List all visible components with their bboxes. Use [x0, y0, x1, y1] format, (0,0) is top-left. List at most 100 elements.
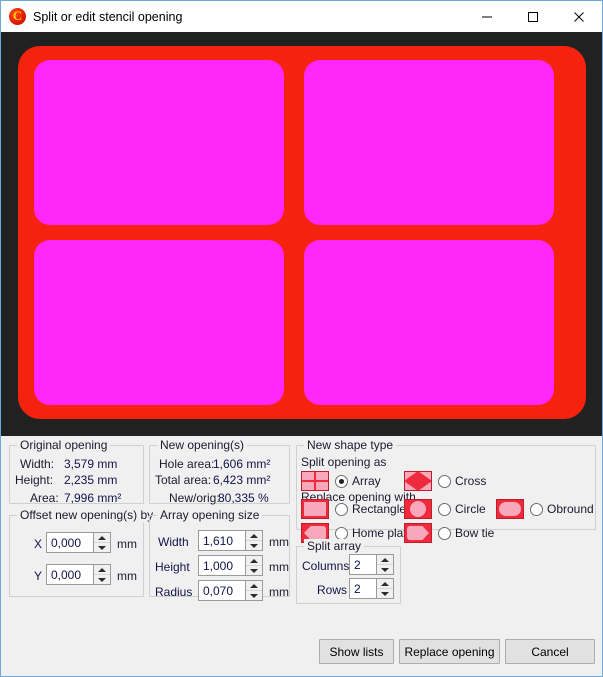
array-width-stepper[interactable]: 1,610 — [198, 530, 263, 551]
total-area-label: Total area: — [155, 473, 212, 487]
window-controls — [464, 1, 602, 32]
offset-y-spin-up[interactable] — [94, 565, 110, 575]
offset-x-spin-up[interactable] — [94, 533, 110, 543]
home-plate-radio[interactable] — [335, 526, 348, 540]
original-area-label: Area: — [30, 491, 59, 505]
array-radius-input[interactable]: 0,070 — [199, 581, 245, 600]
array-width-input[interactable]: 1,610 — [199, 531, 245, 550]
hole-area-label: Hole area: — [159, 457, 215, 471]
shape-option-array[interactable]: Array — [335, 474, 381, 488]
title-bar: Split or edit stencil opening — [1, 1, 602, 32]
columns-label: Columns — [302, 559, 350, 573]
offset-y-spin-down[interactable] — [94, 575, 110, 584]
array-height-spin-down[interactable] — [246, 566, 262, 575]
bow-tie-label: Bow tie — [455, 526, 495, 540]
original-width-value: 3,579 mm — [64, 457, 118, 471]
columns-spin-arrows[interactable] — [376, 555, 393, 574]
rows-spin-arrows[interactable] — [376, 579, 393, 598]
array-radius-spin-down[interactable] — [246, 591, 262, 600]
array-height-unit: mm — [269, 560, 289, 574]
rectangle-label: Rectangle — [352, 502, 407, 516]
array-grid-icon[interactable] — [301, 471, 329, 491]
rows-stepper[interactable]: 2 — [349, 578, 394, 599]
cancel-button[interactable]: Cancel — [505, 639, 595, 664]
original-opening-legend: Original opening — [17, 438, 111, 452]
rows-label: Rows — [317, 583, 348, 597]
split-array-legend: Split array — [304, 539, 365, 553]
maximize-icon[interactable] — [510, 1, 556, 32]
offset-x-input[interactable]: 0,000 — [47, 533, 93, 552]
array-height-label: Height — [155, 560, 190, 574]
cross-icon[interactable] — [404, 471, 432, 491]
rectangle-radio[interactable] — [335, 502, 348, 516]
shape-option-home-plate[interactable]: Home plate — [335, 526, 413, 540]
split-array-group: Split array Columns 2 Rows 2 — [296, 539, 401, 604]
offset-x-spin-down[interactable] — [94, 543, 110, 552]
obround-radio[interactable] — [530, 502, 543, 516]
columns-spin-down[interactable] — [377, 565, 393, 574]
original-opening-outline — [18, 46, 586, 419]
obround-icon[interactable] — [496, 499, 524, 519]
array-radius-spin-arrows[interactable] — [245, 581, 262, 600]
opening-rect-4 — [304, 240, 554, 405]
replace-opening-button[interactable]: Replace opening — [399, 639, 500, 664]
offset-group: Offset new opening(s) by X 0,000 mm Y 0,… — [9, 508, 157, 597]
obround-label: Obround — [547, 502, 594, 516]
bow-tie-icon[interactable] — [404, 523, 432, 543]
original-area-value: 7,996 mm² — [64, 491, 122, 505]
array-height-stepper[interactable]: 1,000 — [198, 555, 263, 576]
new-orig-ratio-label: New/orig: — [169, 491, 220, 505]
offset-y-input[interactable]: 0,000 — [47, 565, 93, 584]
array-radio[interactable] — [335, 474, 348, 488]
rows-spin-up[interactable] — [377, 579, 393, 589]
array-width-spin-up[interactable] — [246, 531, 262, 541]
new-openings-group: New opening(s) Hole area: 1,606 mm² Tota… — [149, 438, 290, 505]
array-size-group: Array opening size Width 1,610 mm Height… — [149, 508, 290, 601]
bow-tie-radio[interactable] — [438, 526, 451, 540]
shape-option-cross[interactable]: Cross — [438, 474, 486, 488]
array-height-input[interactable]: 1,000 — [199, 556, 245, 575]
shape-option-rectangle[interactable]: Rectangle — [335, 502, 406, 516]
offset-legend: Offset new opening(s) by — [17, 508, 157, 522]
original-height-label: Height: — [15, 473, 54, 487]
shape-option-obround[interactable]: Obround — [530, 502, 594, 516]
controls-pane: Original opening Width: 3,579 mm Height:… — [1, 436, 602, 676]
offset-x-label: X — [34, 537, 43, 551]
array-width-spin-down[interactable] — [246, 541, 262, 550]
columns-stepper[interactable]: 2 — [349, 554, 394, 575]
stencil-preview-canvas[interactable] — [1, 32, 602, 436]
show-lists-button[interactable]: Show lists — [319, 639, 394, 664]
array-radius-spin-up[interactable] — [246, 581, 262, 591]
circle-radio[interactable] — [438, 502, 451, 516]
rows-input[interactable]: 2 — [350, 579, 376, 598]
shape-option-circle[interactable]: Circle — [438, 502, 486, 516]
cross-radio[interactable] — [438, 474, 451, 488]
array-height-spin-up[interactable] — [246, 556, 262, 566]
original-opening-group: Original opening Width: 3,579 mm Height:… — [9, 438, 144, 505]
original-height-value: 2,235 mm — [64, 473, 118, 487]
offset-x-stepper[interactable]: 0,000 — [46, 532, 111, 553]
array-radius-stepper[interactable]: 0,070 — [198, 580, 263, 601]
array-size-legend: Array opening size — [157, 508, 263, 522]
array-height-spin-arrows[interactable] — [245, 556, 262, 575]
shape-option-bow-tie[interactable]: Bow tie — [438, 526, 494, 540]
rectangle-icon[interactable] — [301, 499, 329, 519]
offset-y-spin-arrows[interactable] — [93, 565, 110, 584]
opening-rect-2 — [304, 60, 554, 225]
circle-icon[interactable] — [404, 499, 432, 519]
array-width-label: Width — [158, 535, 189, 549]
rows-spin-down[interactable] — [377, 589, 393, 598]
close-icon[interactable] — [556, 1, 602, 32]
new-openings-legend: New opening(s) — [157, 438, 248, 452]
new-shape-type-legend: New shape type — [304, 438, 397, 452]
new-orig-ratio-value: 80,335 % — [218, 491, 269, 505]
offset-x-spin-arrows[interactable] — [93, 533, 110, 552]
columns-spin-up[interactable] — [377, 555, 393, 565]
array-width-spin-arrows[interactable] — [245, 531, 262, 550]
columns-input[interactable]: 2 — [350, 555, 376, 574]
opening-rect-1 — [34, 60, 284, 225]
minimize-icon[interactable] — [464, 1, 510, 32]
offset-y-stepper[interactable]: 0,000 — [46, 564, 111, 585]
offset-y-unit: mm — [117, 569, 137, 583]
hole-area-value: 1,606 mm² — [213, 457, 271, 471]
